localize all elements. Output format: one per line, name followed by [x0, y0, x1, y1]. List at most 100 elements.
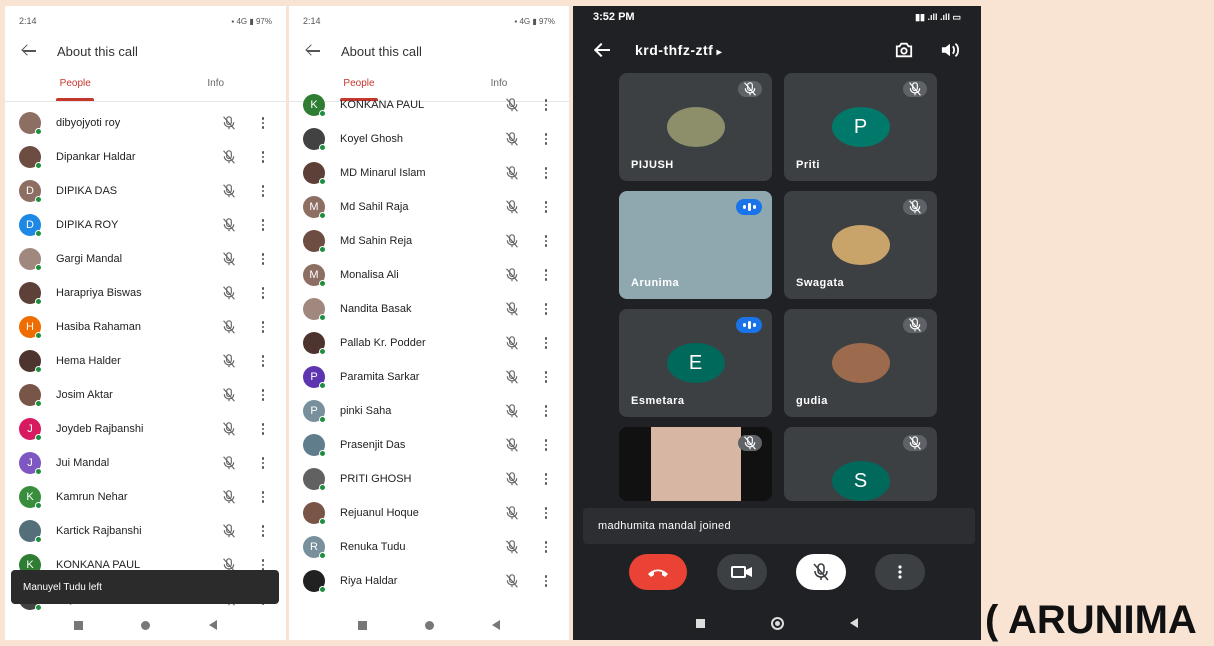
meet-call-screen: 3:52 PM ▮▮ .ıll .ıll ▭ krd-thfz-ztf PIJU…	[573, 6, 981, 640]
participant-row[interactable]: K Kamrun Nehar	[5, 480, 286, 514]
hang-up-icon	[648, 569, 668, 577]
participant-row[interactable]: Koyel Ghosh	[289, 122, 569, 156]
participant-name: MD Minarul Islam	[340, 167, 426, 179]
participant-row[interactable]: M Md Sahil Raja	[289, 190, 569, 224]
more-vert-icon[interactable]	[256, 320, 270, 334]
more-vert-icon[interactable]	[539, 234, 553, 248]
participant-tile[interactable]: Arunima	[619, 191, 772, 299]
more-vert-icon[interactable]	[539, 506, 553, 520]
participant-row[interactable]: dibyojyoti roy	[5, 106, 286, 140]
more-vert-icon[interactable]	[256, 388, 270, 402]
recents-icon[interactable]	[74, 620, 84, 630]
more-vert-icon[interactable]	[256, 150, 270, 164]
mic-toggle-button[interactable]	[796, 554, 846, 590]
participant-row[interactable]: R Renuka Tudu	[289, 530, 569, 564]
more-vert-icon[interactable]	[256, 218, 270, 232]
more-vert-icon[interactable]	[256, 524, 270, 538]
more-vert-icon[interactable]	[256, 184, 270, 198]
mic-off-icon	[505, 506, 519, 520]
participant-row[interactable]: K KONKANA PAUL	[289, 88, 569, 122]
participant-row[interactable]: P Paramita Sarkar	[289, 360, 569, 394]
home-icon[interactable]	[425, 620, 434, 630]
participant-tile[interactable]: PIJUSH	[619, 73, 772, 181]
participant-row[interactable]: Hema Halder	[5, 344, 286, 378]
participant-name: Md Sahil Raja	[340, 201, 409, 213]
more-vert-icon[interactable]	[256, 252, 270, 266]
participant-row[interactable]: J Jui Mandal	[5, 446, 286, 480]
recents-icon[interactable]	[358, 620, 367, 630]
back-nav-icon[interactable]	[850, 618, 858, 628]
participant-row[interactable]: H Hasiba Rahaman	[5, 310, 286, 344]
participant-name: Priti	[796, 159, 820, 171]
home-icon[interactable]	[141, 620, 151, 630]
more-vert-icon[interactable]	[539, 404, 553, 418]
more-vert-icon[interactable]	[256, 116, 270, 130]
more-vert-icon[interactable]	[539, 472, 553, 486]
online-indicator	[35, 298, 42, 305]
more-vert-icon[interactable]	[256, 490, 270, 504]
home-icon[interactable]	[771, 616, 784, 630]
participant-row[interactable]: D DIPIKA ROY	[5, 208, 286, 242]
participant-row[interactable]: Kartick Rajbanshi	[5, 514, 286, 548]
camera-button[interactable]	[717, 554, 767, 590]
back-nav-icon[interactable]	[208, 620, 217, 630]
more-vert-icon[interactable]	[539, 370, 553, 384]
participant-tile[interactable]: Swagata	[784, 191, 937, 299]
back-arrow-icon[interactable]	[593, 40, 613, 60]
participant-tile[interactable]: S	[784, 427, 937, 501]
participant-tile[interactable]: gudia	[784, 309, 937, 417]
participant-row[interactable]: PRITI GHOSH	[289, 462, 569, 496]
back-arrow-icon[interactable]	[21, 42, 39, 60]
participant-row[interactable]: Prasenjit Das	[289, 428, 569, 462]
participant-row[interactable]: J Joydeb Rajbanshi	[5, 412, 286, 446]
participant-row[interactable]: Riya Haldar	[289, 564, 569, 596]
more-vert-icon[interactable]	[539, 438, 553, 452]
participant-row[interactable]: Md Sahin Reja	[289, 224, 569, 258]
meeting-code[interactable]: krd-thfz-ztf	[635, 42, 869, 58]
avatar-initial: P	[310, 405, 318, 417]
participant-row[interactable]: Nandita Basak	[289, 292, 569, 326]
participant-tile[interactable]	[619, 427, 772, 501]
participant-tile[interactable]: E Esmetara	[619, 309, 772, 417]
tab-people[interactable]: People	[5, 66, 146, 101]
back-nav-icon[interactable]	[492, 620, 500, 630]
avatar-initial: S	[853, 469, 868, 492]
mic-off-icon	[505, 370, 519, 384]
back-arrow-icon[interactable]	[305, 42, 323, 60]
participant-row[interactable]: P pinki Saha	[289, 394, 569, 428]
recents-icon[interactable]	[696, 618, 705, 628]
avatar	[303, 468, 326, 491]
avatar	[303, 162, 326, 185]
participant-tile[interactable]: P Priti	[784, 73, 937, 181]
participant-row[interactable]: Gargi Mandal	[5, 242, 286, 276]
more-vert-icon[interactable]	[539, 132, 553, 146]
participant-row[interactable]: Rejuanul Hoque	[289, 496, 569, 530]
tab-info[interactable]: Info	[146, 66, 287, 101]
more-vert-icon[interactable]	[539, 98, 553, 112]
more-vert-icon[interactable]	[539, 540, 553, 554]
switch-camera-icon[interactable]	[893, 41, 915, 59]
more-vert-icon[interactable]	[539, 574, 553, 588]
participant-name: Hasiba Rahaman	[56, 321, 141, 333]
avatar	[303, 230, 326, 253]
speaker-icon[interactable]	[939, 41, 961, 59]
more-vert-icon[interactable]	[256, 286, 270, 300]
more-options-button[interactable]	[875, 554, 925, 590]
participant-row[interactable]: M Monalisa Ali	[289, 258, 569, 292]
participant-row[interactable]: Harapriya Biswas	[5, 276, 286, 310]
participant-row[interactable]: Dipankar Haldar	[5, 140, 286, 174]
mic-off-icon	[903, 199, 927, 215]
more-vert-icon[interactable]	[256, 422, 270, 436]
more-vert-icon[interactable]	[539, 302, 553, 316]
more-vert-icon[interactable]	[539, 200, 553, 214]
more-vert-icon[interactable]	[256, 354, 270, 368]
more-vert-icon[interactable]	[539, 166, 553, 180]
participant-row[interactable]: D DIPIKA DAS	[5, 174, 286, 208]
more-vert-icon[interactable]	[256, 456, 270, 470]
more-vert-icon[interactable]	[539, 336, 553, 350]
participant-row[interactable]: MD Minarul Islam	[289, 156, 569, 190]
end-call-button[interactable]	[629, 554, 687, 590]
participant-row[interactable]: Josim Aktar	[5, 378, 286, 412]
more-vert-icon[interactable]	[539, 268, 553, 282]
participant-row[interactable]: Pallab Kr. Podder	[289, 326, 569, 360]
